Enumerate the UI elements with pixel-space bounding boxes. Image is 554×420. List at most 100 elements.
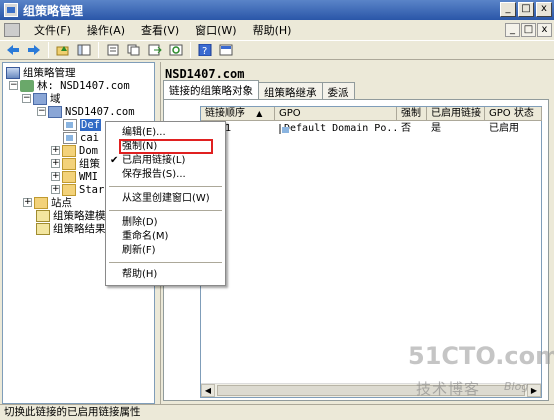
- folder-icon: [62, 157, 76, 170]
- menu-item-help[interactable]: 帮助(H): [106, 268, 225, 282]
- modeling-icon: [36, 209, 50, 222]
- gpo-link-icon: [63, 131, 77, 144]
- forward-icon[interactable]: [25, 42, 43, 58]
- expand-icon[interactable]: +: [51, 146, 60, 155]
- show-tree-icon[interactable]: [75, 42, 93, 58]
- toolbar-separator: [98, 42, 99, 58]
- collapse-icon[interactable]: −: [37, 107, 46, 116]
- context-menu: 编辑(E)... 强制(N) ✔ 已启用链接(L) 保存报告(S)... 从这里…: [105, 121, 226, 286]
- menu-action[interactable]: 操作(A): [79, 22, 133, 38]
- toolbar: ?: [0, 40, 554, 60]
- title-bar: 组策略管理 _ □ x: [0, 0, 554, 20]
- menu-view[interactable]: 查看(V): [133, 22, 187, 38]
- menu-separator: [109, 262, 222, 263]
- cell-gpo-status: 已启用: [489, 123, 519, 134]
- cell-gpo-label: Default Domain Po...: [284, 123, 397, 134]
- domain-icon: [48, 105, 62, 118]
- up-icon[interactable]: [54, 42, 72, 58]
- tree-node-gpo-objects[interactable]: + 组策: [51, 157, 100, 170]
- tree-node-default-domain-policy[interactable]: Def: [63, 118, 101, 131]
- tree-label-wmi-filters: WMI: [79, 170, 98, 183]
- export-icon[interactable]: [146, 42, 164, 58]
- watermark-site: 51CTO.com: [408, 342, 554, 370]
- expand-icon[interactable]: +: [23, 198, 32, 207]
- scroll-left-icon[interactable]: ◀: [201, 384, 215, 397]
- tree-node-caiwu[interactable]: cai: [63, 131, 99, 144]
- mdi-restore-button[interactable]: □: [521, 23, 536, 37]
- minimize-button[interactable]: _: [500, 2, 516, 17]
- maximize-button[interactable]: □: [518, 2, 534, 17]
- tree-node-results[interactable]: 组策略结果: [36, 222, 106, 235]
- expand-icon[interactable]: +: [51, 185, 60, 194]
- tab-linked-gpos[interactable]: 链接的组策略对象: [163, 80, 259, 99]
- watermark-blog: Blog: [504, 380, 529, 393]
- svg-text:?: ?: [202, 46, 207, 56]
- tree-node-wmi-filters[interactable]: + WMI: [51, 170, 98, 183]
- refresh-icon[interactable]: [167, 42, 185, 58]
- menu-window[interactable]: 窗口(W): [187, 22, 244, 38]
- menu-item-refresh[interactable]: 刷新(F): [106, 244, 225, 258]
- mdi-close-button[interactable]: x: [537, 23, 552, 37]
- status-bar: 切换此链接的已启用链接属性: [0, 404, 554, 420]
- tab-strip: 链接的组策略对象 组策略继承 委派: [163, 80, 355, 99]
- tree-label-results: 组策略结果: [53, 223, 106, 235]
- results-icon: [36, 222, 50, 235]
- tree-node-forest[interactable]: − 林: NSD1407.com: [9, 79, 130, 92]
- menu-bar: 文件(F) 操作(A) 查看(V) 窗口(W) 帮助(H) _ □ x: [0, 20, 554, 40]
- details-title: NSD1407.com: [165, 67, 245, 81]
- close-button[interactable]: x: [536, 2, 552, 17]
- column-header-gpo[interactable]: GPO: [275, 107, 397, 121]
- toolbar-separator: [190, 42, 191, 58]
- collapse-icon[interactable]: −: [9, 81, 18, 90]
- watermark-tagline: 技术博客: [416, 380, 481, 398]
- forest-icon: [20, 79, 34, 92]
- menu-file[interactable]: 文件(F): [26, 22, 79, 38]
- mdi-minimize-button[interactable]: _: [505, 23, 520, 37]
- menu-item-rename[interactable]: 重命名(M): [106, 230, 225, 244]
- tab-inheritance[interactable]: 组策略继承: [258, 82, 323, 99]
- horizontal-scrollbar[interactable]: ◀ ▶: [201, 383, 541, 397]
- back-icon[interactable]: [4, 42, 22, 58]
- folder-icon: [62, 170, 76, 183]
- menu-separator: [109, 186, 222, 187]
- tree-label-starter-gpo: Star: [79, 183, 105, 196]
- column-header-link-order[interactable]: 链接顺序 ▲: [201, 107, 275, 121]
- menu-separator: [109, 210, 222, 211]
- scroll-right-icon[interactable]: ▶: [527, 384, 541, 397]
- console-menu-icon[interactable]: [4, 23, 20, 37]
- gpmc-app-icon: [4, 3, 18, 17]
- tree-node-domain[interactable]: − NSD1407.com: [37, 105, 135, 118]
- sites-icon: [34, 196, 48, 209]
- tree-label-caiwu: cai: [80, 131, 99, 144]
- gpo-icon: [279, 124, 289, 134]
- menu-help[interactable]: 帮助(H): [245, 22, 300, 38]
- menu-item-link-enabled-label: 已启用链接(L): [122, 155, 186, 166]
- check-icon: ✔: [110, 155, 119, 166]
- copy-icon[interactable]: [125, 42, 143, 58]
- collapse-icon[interactable]: −: [22, 94, 31, 103]
- toolbar-separator: [48, 42, 49, 58]
- ou-folder-icon: [62, 144, 76, 157]
- cell-gpo: Default Domain Po...: [275, 122, 397, 136]
- column-header-gpo-status[interactable]: GPO 状态: [485, 107, 542, 121]
- menu-item-link-enabled[interactable]: ✔ 已启用链接(L): [106, 154, 225, 168]
- menu-item-edit[interactable]: 编辑(E)...: [106, 126, 225, 140]
- window-title: 组策略管理: [23, 3, 84, 18]
- expand-icon[interactable]: +: [51, 159, 60, 168]
- properties-icon[interactable]: [104, 42, 122, 58]
- menu-item-save-report[interactable]: 保存报告(S)...: [106, 168, 225, 182]
- menu-item-delete[interactable]: 删除(D): [106, 216, 225, 230]
- sort-arrow-icon: ▲: [256, 109, 263, 118]
- expand-icon[interactable]: +: [51, 172, 60, 181]
- column-header-link-enabled[interactable]: 已启用链接: [427, 107, 485, 121]
- tab-delegation[interactable]: 委派: [321, 82, 355, 99]
- enforce-highlight-box: [119, 139, 213, 154]
- menu-item-new-window[interactable]: 从这里创建窗口(W): [106, 192, 225, 206]
- tree-node-domains[interactable]: − 域: [22, 92, 61, 105]
- folder-icon: [62, 183, 76, 196]
- help-icon[interactable]: ?: [196, 42, 214, 58]
- tree-label-default-domain-policy: Def: [80, 118, 101, 131]
- console-icon[interactable]: [217, 42, 235, 58]
- column-header-enforced[interactable]: 强制: [397, 107, 427, 121]
- tree-label-domain: NSD1407.com: [65, 105, 135, 118]
